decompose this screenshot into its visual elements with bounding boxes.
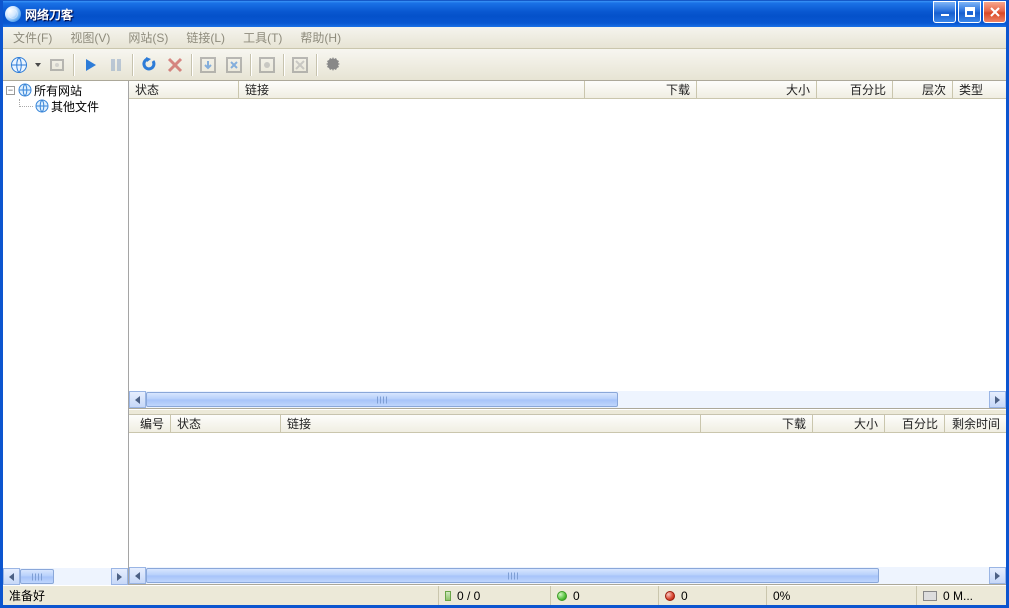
status-green: 0	[551, 586, 659, 605]
status-red: 0	[659, 586, 767, 605]
upper-listview-header[interactable]: 状态 链接 下载 大小 百分比 层次 类型	[129, 81, 1006, 99]
menu-help[interactable]: 帮助(H)	[294, 27, 347, 48]
settings-button[interactable]	[320, 52, 346, 78]
scroll-left-button[interactable]	[129, 567, 146, 584]
record-button[interactable]	[254, 52, 280, 78]
down-button[interactable]	[195, 52, 221, 78]
col-level[interactable]: 层次	[893, 81, 953, 98]
status-percent: 0%	[767, 586, 917, 605]
open-button[interactable]	[44, 52, 70, 78]
menu-file[interactable]: 文件(F)	[7, 27, 58, 48]
toolbar	[3, 49, 1006, 81]
tree-root-label: 所有网站	[34, 82, 82, 99]
globe-button[interactable]	[6, 52, 32, 78]
col-download[interactable]: 下载	[585, 81, 697, 98]
col-size2[interactable]: 大小	[813, 415, 885, 432]
col-size[interactable]: 大小	[697, 81, 817, 98]
col-status2[interactable]: 状态	[171, 415, 281, 432]
scroll-thumb[interactable]	[146, 568, 879, 583]
window-buttons	[931, 1, 1006, 27]
scroll-right-button[interactable]	[111, 568, 128, 585]
maximize-button[interactable]	[958, 1, 981, 23]
minimize-button[interactable]	[933, 1, 956, 23]
globe-icon	[18, 83, 32, 97]
col-link[interactable]: 链接	[239, 81, 585, 98]
globe-icon	[35, 99, 49, 113]
scroll-thumb[interactable]	[20, 569, 54, 584]
play-button[interactable]	[77, 52, 103, 78]
tree-collapse-icon[interactable]	[6, 86, 15, 95]
menu-site[interactable]: 网站(S)	[122, 27, 174, 48]
app-icon	[5, 6, 21, 22]
red-dot-icon	[665, 591, 675, 601]
window-title: 网络刀客	[25, 6, 73, 23]
tree-child-other-files[interactable]: 其他文件	[3, 98, 128, 114]
status-counter: 0 / 0	[439, 586, 551, 605]
lower-listview: 编号 状态 链接 下载 大小 百分比 剩余时间	[129, 415, 1006, 585]
tree-panel: 所有网站 其他文件	[3, 81, 129, 585]
lower-hscrollbar[interactable]	[129, 567, 1006, 584]
menubar: 文件(F) 视图(V) 网站(S) 链接(L) 工具(T) 帮助(H)	[3, 27, 1006, 49]
close-button[interactable]	[983, 1, 1006, 23]
col-type[interactable]: 类型	[953, 81, 1006, 98]
menu-view[interactable]: 视图(V)	[64, 27, 116, 48]
upper-listview-body[interactable]	[129, 99, 1006, 391]
upper-listview: 状态 链接 下载 大小 百分比 层次 类型	[129, 81, 1006, 409]
upper-hscrollbar[interactable]	[129, 391, 1006, 408]
status-ready: 准备好	[3, 586, 439, 605]
clear-button[interactable]	[287, 52, 313, 78]
col-remain[interactable]: 剩余时间	[945, 415, 1006, 432]
status-net: 0 M...	[917, 586, 1006, 605]
modem-icon	[923, 591, 937, 601]
tree-hscrollbar[interactable]	[3, 568, 128, 585]
col-no[interactable]: 编号	[129, 415, 171, 432]
scroll-left-button[interactable]	[3, 568, 20, 585]
col-link2[interactable]: 链接	[281, 415, 701, 432]
green-dot-icon	[557, 591, 567, 601]
tree-child-label: 其他文件	[51, 98, 99, 115]
lower-listview-body[interactable]	[129, 433, 1006, 567]
col-download2[interactable]: 下载	[701, 415, 813, 432]
battery-icon	[445, 591, 451, 601]
scroll-thumb[interactable]	[146, 392, 618, 407]
undo-button[interactable]	[136, 52, 162, 78]
menu-link[interactable]: 链接(L)	[180, 27, 231, 48]
globe-dropdown[interactable]	[32, 52, 44, 78]
scroll-right-button[interactable]	[989, 567, 1006, 584]
tree-root[interactable]: 所有网站	[3, 82, 128, 98]
titlebar: 网络刀客	[0, 0, 1009, 27]
statusbar: 准备好 0 / 0 0 0 0% 0 M...	[3, 585, 1006, 605]
col-percent2[interactable]: 百分比	[885, 415, 945, 432]
lower-listview-header[interactable]: 编号 状态 链接 下载 大小 百分比 剩余时间	[129, 415, 1006, 433]
col-percent[interactable]: 百分比	[817, 81, 893, 98]
scroll-right-button[interactable]	[989, 391, 1006, 408]
refresh-button[interactable]	[221, 52, 247, 78]
delete-button[interactable]	[162, 52, 188, 78]
scroll-left-button[interactable]	[129, 391, 146, 408]
pause-button[interactable]	[103, 52, 129, 78]
menu-tools[interactable]: 工具(T)	[237, 27, 288, 48]
col-status[interactable]: 状态	[129, 81, 239, 98]
